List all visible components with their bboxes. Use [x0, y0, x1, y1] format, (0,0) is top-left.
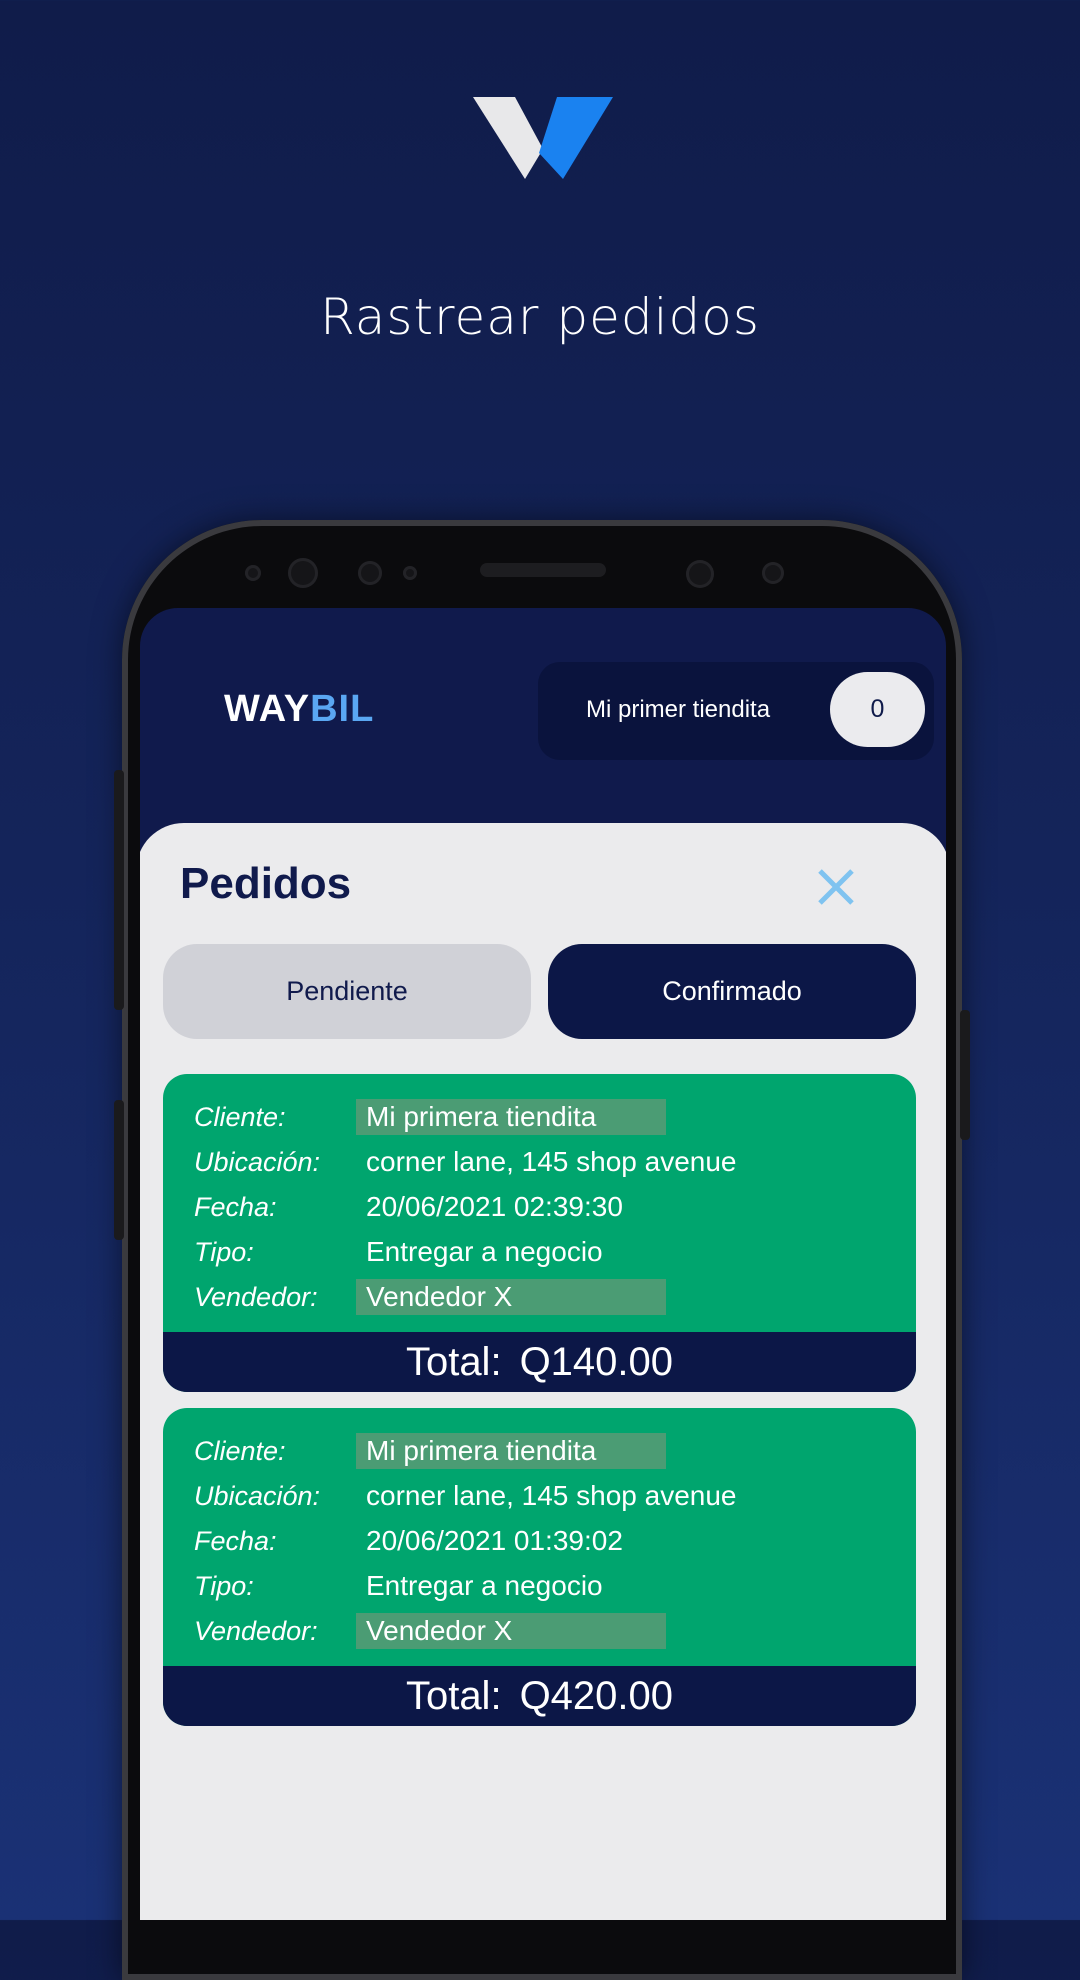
order-total-bar: Total: Q420.00 [163, 1666, 916, 1726]
order-row-type: Tipo: Entregar a negocio [194, 1232, 603, 1272]
tab-pendiente[interactable]: Pendiente [163, 944, 531, 1039]
brand-part-1: WAY [224, 688, 311, 730]
client-value: Mi primera tiendita [356, 1099, 666, 1135]
phone-speaker [480, 563, 606, 577]
order-count-badge[interactable]: 0 [830, 672, 925, 747]
sheet-title: Pedidos [180, 859, 352, 908]
order-row-client: Cliente: Mi primera tiendita [194, 1431, 666, 1471]
order-row-location: Ubicación: corner lane, 145 shop avenue [194, 1142, 737, 1182]
location-label: Ubicación: [194, 1480, 321, 1511]
order-row-date: Fecha: 20/06/2021 01:39:02 [194, 1521, 623, 1561]
phone-side-button [960, 1010, 970, 1140]
type-value: Entregar a negocio [366, 1570, 603, 1601]
client-value: Mi primera tiendita [356, 1433, 666, 1469]
order-row-date: Fecha: 20/06/2021 02:39:30 [194, 1187, 623, 1227]
seller-value: Vendedor X [356, 1279, 666, 1315]
total-label: Total: [405, 1673, 502, 1718]
location-label: Ubicación: [194, 1146, 321, 1177]
brand-part-2: BIL [310, 688, 375, 730]
phone-sensor [403, 566, 417, 580]
order-card[interactable]: Cliente: Mi primera tiendita Ubicación: … [163, 1408, 916, 1726]
total-amount: Q140.00 [519, 1339, 674, 1384]
total-label: Total: [405, 1339, 502, 1384]
close-icon[interactable] [812, 863, 860, 911]
tab-confirmado[interactable]: Confirmado [548, 944, 916, 1039]
order-row-location: Ubicación: corner lane, 145 shop avenue [194, 1476, 737, 1516]
headline: Rastrear pedidos [320, 288, 760, 346]
app-brand: WAYBIL [224, 688, 374, 731]
phone-side-button [114, 770, 124, 1010]
phone-sensor [288, 558, 318, 588]
order-row-client: Cliente: Mi primera tiendita [194, 1097, 666, 1137]
date-label: Fecha: [194, 1525, 277, 1556]
phone-sensor [762, 562, 784, 584]
order-row-type: Tipo: Entregar a negocio [194, 1566, 603, 1606]
order-total-bar: Total: Q140.00 [163, 1332, 916, 1392]
total-amount: Q420.00 [519, 1673, 674, 1718]
waybil-logo-icon [473, 97, 613, 179]
phone-camera [686, 560, 714, 588]
orders-sheet: Pedidos Pendiente Confirmado Cliente: Mi… [140, 823, 946, 1920]
location-value: corner lane, 145 shop avenue [366, 1480, 737, 1511]
order-row-seller: Vendedor: Vendedor X [194, 1277, 666, 1317]
client-label: Cliente: [194, 1101, 286, 1132]
client-label: Cliente: [194, 1435, 286, 1466]
phone-sensor [245, 565, 261, 581]
type-label: Tipo: [194, 1236, 254, 1267]
type-value: Entregar a negocio [366, 1236, 603, 1267]
date-label: Fecha: [194, 1191, 277, 1222]
app-screen: WAYBIL Mi primer tiendita 0 Pedidos Pend… [140, 608, 946, 1920]
phone-side-button [114, 1100, 124, 1240]
location-value: corner lane, 145 shop avenue [366, 1146, 737, 1177]
order-row-seller: Vendedor: Vendedor X [194, 1611, 666, 1651]
seller-value: Vendedor X [356, 1613, 666, 1649]
type-label: Tipo: [194, 1570, 254, 1601]
date-value: 20/06/2021 01:39:02 [366, 1525, 623, 1556]
store-name: Mi primer tiendita [586, 696, 771, 723]
phone-sensor [358, 561, 382, 585]
seller-label: Vendedor: [194, 1281, 318, 1312]
date-value: 20/06/2021 02:39:30 [366, 1191, 623, 1222]
order-card[interactable]: Cliente: Mi primera tiendita Ubicación: … [163, 1074, 916, 1392]
seller-label: Vendedor: [194, 1615, 318, 1646]
store-selector[interactable]: Mi primer tiendita 0 [538, 662, 934, 760]
